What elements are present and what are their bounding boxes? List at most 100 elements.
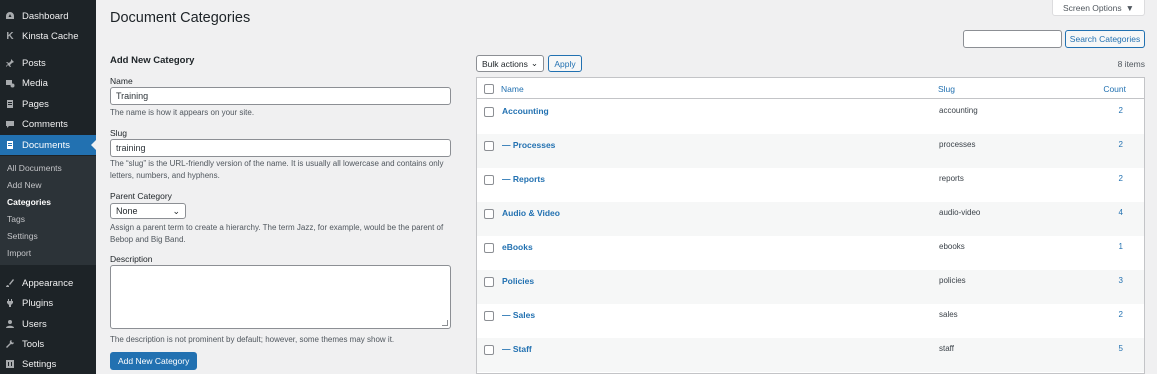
submenu-add-new[interactable]: Add New <box>7 180 42 190</box>
slug-label: Slug <box>110 128 128 138</box>
description-textarea[interactable] <box>110 265 451 329</box>
items-count: 8 items <box>1117 59 1145 69</box>
category-name-link[interactable]: eBooks <box>502 242 533 252</box>
menu-label: Plugins <box>22 297 54 309</box>
row-checkbox[interactable] <box>484 345 494 355</box>
row-checkbox[interactable] <box>484 243 494 253</box>
parent-category-value: None <box>116 206 138 216</box>
menu-label: Posts <box>22 57 46 69</box>
table-row: — Sales sales 2 <box>477 304 1144 338</box>
chevron-down-icon: ⌄ <box>530 58 538 68</box>
bulk-actions-select[interactable]: Bulk actions ⌄ <box>476 55 544 72</box>
settings-icon <box>0 359 20 369</box>
category-name-link[interactable]: Accounting <box>502 106 549 116</box>
search-categories-input[interactable] <box>963 30 1062 48</box>
category-slug: audio-video <box>939 208 981 217</box>
category-name-link[interactable]: Audio & Video <box>502 208 560 218</box>
caret-down-icon: ▼ <box>1125 2 1134 13</box>
category-count-link[interactable]: 2 <box>1119 140 1123 149</box>
menu-plugins[interactable]: Plugins <box>0 293 96 313</box>
menu-label: Documents <box>22 139 71 151</box>
row-checkbox[interactable] <box>484 209 494 219</box>
chevron-down-icon: ⌄ <box>172 205 180 216</box>
category-name-link[interactable]: — Sales <box>502 310 535 320</box>
category-name-link[interactable]: Policies <box>502 276 534 286</box>
menu-tools[interactable]: Tools <box>0 334 96 354</box>
column-count-header[interactable]: Count <box>1103 84 1126 94</box>
submenu-tags[interactable]: Tags <box>7 214 25 224</box>
row-checkbox[interactable] <box>484 175 494 185</box>
table-row: — Staff staff 5 <box>477 338 1144 372</box>
user-icon <box>0 319 20 329</box>
category-count-link[interactable]: 4 <box>1119 208 1123 217</box>
pages-icon <box>0 99 20 109</box>
column-name-header[interactable]: Name <box>501 84 524 94</box>
menu-dashboard[interactable]: Dashboard <box>0 6 96 26</box>
parent-category-select[interactable]: None ⌄ <box>110 203 186 219</box>
media-icon <box>0 78 20 88</box>
category-name-link[interactable]: — Processes <box>502 140 555 150</box>
menu-label: Tools <box>22 338 45 350</box>
category-count-link[interactable]: 5 <box>1119 344 1123 353</box>
screen-options-button[interactable]: Screen Options ▼ <box>1051 0 1145 16</box>
documents-submenu: All Documents Add New Categories Tags Se… <box>0 156 96 265</box>
submenu-categories[interactable]: Categories <box>7 197 51 207</box>
menu-media[interactable]: Media <box>0 73 96 93</box>
table-header: Name Slug Count <box>477 78 1144 99</box>
document-icon <box>0 140 20 150</box>
categories-table: Name Slug Count Accounting accounting 2 … <box>476 77 1145 374</box>
brush-icon <box>0 278 20 288</box>
submenu-import[interactable]: Import <box>7 248 31 258</box>
apply-button[interactable]: Apply <box>548 55 582 72</box>
category-slug: staff <box>939 344 954 353</box>
parent-category-help: Assign a parent term to create a hierarc… <box>110 223 444 244</box>
row-checkbox[interactable] <box>484 107 494 117</box>
table-row: — Reports reports 2 <box>477 168 1144 202</box>
add-new-category-button[interactable]: Add New Category <box>110 352 198 370</box>
column-slug-header[interactable]: Slug <box>938 84 955 94</box>
category-name-link[interactable]: — Staff <box>502 344 532 354</box>
menu-appearance[interactable]: Appearance <box>0 273 96 293</box>
select-all-checkbox[interactable] <box>484 84 494 94</box>
name-label: Name <box>110 76 133 86</box>
table-row: Audio & Video audio-video 4 <box>477 202 1144 236</box>
category-slug: policies <box>939 276 966 285</box>
category-count-link[interactable]: 2 <box>1119 310 1123 319</box>
menu-label: Users <box>22 318 47 330</box>
category-count-link[interactable]: 1 <box>1119 242 1123 251</box>
menu-kinsta-cache[interactable]: K Kinsta Cache <box>0 26 96 46</box>
category-slug: accounting <box>939 106 978 115</box>
name-help: The name is how it appears on your site. <box>110 108 255 117</box>
row-checkbox[interactable] <box>484 311 494 321</box>
menu-pages[interactable]: Pages <box>0 94 96 114</box>
category-count-link[interactable]: 2 <box>1119 106 1123 115</box>
menu-settings[interactable]: Settings <box>0 354 96 374</box>
row-checkbox[interactable] <box>484 141 494 151</box>
category-slug: sales <box>939 310 958 319</box>
submenu-all-documents[interactable]: All Documents <box>7 163 62 173</box>
parent-category-label: Parent Category <box>110 191 172 201</box>
search-categories-button[interactable]: Search Categories <box>1065 30 1145 48</box>
menu-label: Kinsta Cache <box>22 30 79 42</box>
row-checkbox[interactable] <box>484 277 494 287</box>
submenu-settings[interactable]: Settings <box>7 231 38 241</box>
menu-comments[interactable]: Comments <box>0 114 96 134</box>
category-name-link[interactable]: — Reports <box>502 174 545 184</box>
dashboard-icon <box>0 11 20 21</box>
slug-input[interactable] <box>110 139 451 157</box>
pin-icon <box>0 58 20 68</box>
name-input[interactable] <box>110 87 451 105</box>
menu-posts[interactable]: Posts <box>0 53 96 73</box>
table-row: Policies policies 3 <box>477 270 1144 304</box>
menu-label: Comments <box>22 118 68 130</box>
menu-label: Appearance <box>22 277 74 289</box>
category-slug: processes <box>939 140 976 149</box>
table-row: Accounting accounting 2 <box>477 100 1144 134</box>
category-count-link[interactable]: 2 <box>1119 174 1123 183</box>
page-title: Document Categories <box>110 10 251 26</box>
kinsta-icon: K <box>6 30 14 42</box>
menu-documents[interactable]: Documents <box>0 135 96 155</box>
category-count-link[interactable]: 3 <box>1119 276 1123 285</box>
menu-users[interactable]: Users <box>0 314 96 334</box>
comments-icon <box>0 119 20 129</box>
